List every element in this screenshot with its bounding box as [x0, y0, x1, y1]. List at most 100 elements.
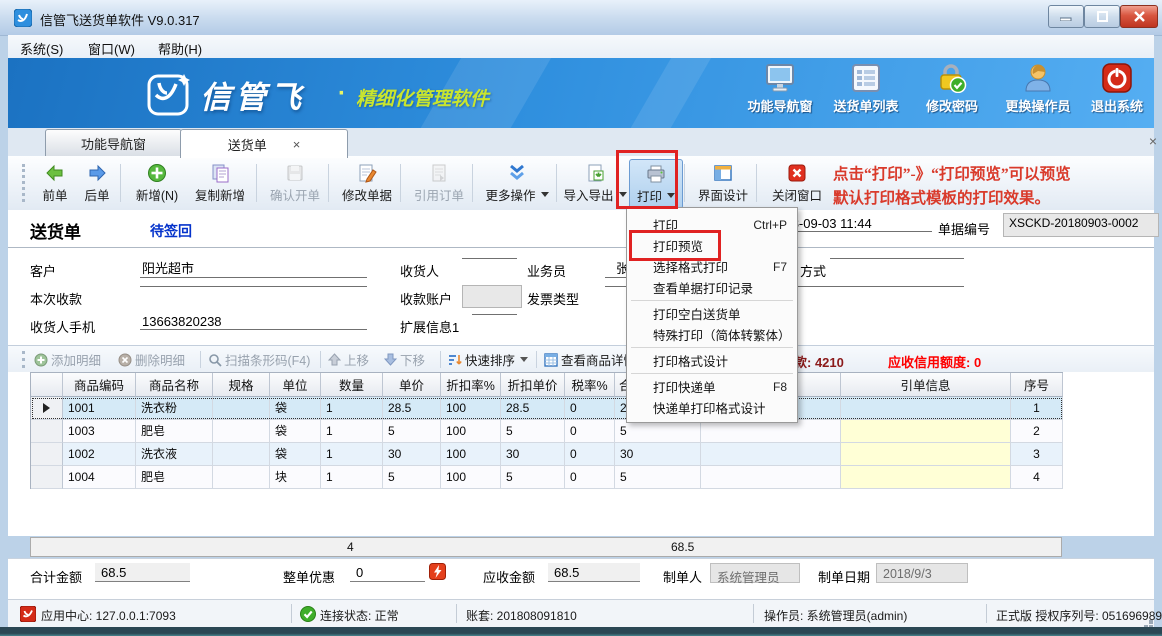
tabstrip-close-icon[interactable]: ×: [1144, 132, 1162, 150]
copy-new-button[interactable]: 复制新增: [186, 159, 254, 207]
app-center-icon: [20, 606, 36, 622]
docno-value[interactable]: XSCKD-20180903-0002: [1003, 213, 1159, 237]
brand-slogan: 精细化管理软件: [356, 84, 489, 111]
summary-strip: 4 68.5: [30, 537, 1062, 557]
tab-close-icon[interactable]: ×: [293, 137, 301, 152]
add-new-button[interactable]: 新增(N): [126, 159, 188, 207]
total-amount-value[interactable]: 68.5: [95, 563, 190, 582]
view-product-detail-button[interactable]: 查看商品详情: [544, 350, 636, 369]
toolbar-separator: [256, 164, 257, 202]
add-detail-button[interactable]: 添加明细: [34, 350, 101, 369]
power-icon: [1102, 63, 1132, 93]
gridbar-separator: [440, 351, 441, 368]
items-table: 商品编码 商品名称 规格 单位 数量 单价 折扣率% 折扣单价 税率% 合计金额…: [30, 372, 1063, 489]
account-field[interactable]: [462, 285, 522, 308]
delete-detail-button[interactable]: 删除明细: [118, 350, 185, 369]
current-row-indicator: [43, 403, 50, 413]
save-icon: [285, 163, 305, 183]
restore-button[interactable]: [1084, 5, 1120, 28]
grid-panel: 商品编码 商品名称 规格 单位 数量 单价 折扣率% 折扣单价 税率% 合计金额…: [8, 372, 1154, 536]
table-row[interactable]: 1001 洗衣粉 袋 1 28.5 100 28.5 0 28.5 1: [31, 397, 1063, 420]
menu-separator: [631, 373, 793, 374]
minimize-button[interactable]: [1048, 5, 1084, 28]
doc-status-badge: 待签回: [150, 221, 192, 241]
receiver-field[interactable]: [462, 258, 517, 259]
total-amount-label: 合计金额: [30, 567, 82, 586]
ext-field[interactable]: [472, 314, 517, 315]
nav-change-password[interactable]: 修改密码: [909, 63, 995, 125]
maker-value: 系统管理员: [710, 563, 800, 583]
double-chevron-icon: [507, 163, 527, 183]
menu-item-express-format-design[interactable]: 快递单打印格式设计: [627, 397, 797, 418]
ui-design-button[interactable]: 界面设计: [690, 159, 756, 207]
quick-sort-button[interactable]: 快速排序: [448, 350, 528, 369]
ref-order-button[interactable]: 引用订单: [406, 159, 472, 207]
discount-icon[interactable]: [429, 563, 446, 580]
title-bar: 信管飞送货单软件 V9.0.317: [0, 0, 1162, 36]
summary-amount: 68.5: [671, 540, 694, 554]
modify-doc-button[interactable]: 修改单据: [334, 159, 400, 207]
table-row[interactable]: 1003 肥皂 袋 1 5 100 5 0 5 2: [31, 420, 1063, 443]
menu-item-print-express[interactable]: 打印快递单 F8: [627, 376, 797, 397]
method-label: 方式: [800, 261, 826, 280]
down-arrow-icon: [384, 353, 397, 366]
customer-field[interactable]: 阳光超市: [140, 258, 367, 278]
toolbar-separator: [120, 164, 121, 202]
receivable-value[interactable]: 68.5: [548, 563, 640, 582]
customer-label: 客户: [30, 261, 56, 280]
status-separator: [291, 604, 292, 623]
annotation-text: 点击“打印”-》“打印预览”可以预览 默认打印格式模板的打印效果。: [833, 163, 1160, 211]
close-button[interactable]: [1120, 5, 1158, 28]
window-title: 信管飞送货单软件 V9.0.317: [40, 10, 200, 29]
phone-field[interactable]: 13663820238: [140, 314, 367, 330]
phone-label: 收货人手机: [30, 317, 95, 336]
prev-doc-button[interactable]: 前单: [32, 159, 78, 207]
resize-grip[interactable]: [1138, 614, 1148, 624]
menu-system[interactable]: 系统(S): [14, 38, 69, 59]
next-doc-button[interactable]: 后单: [74, 159, 120, 207]
scan-barcode-button[interactable]: 扫描条形码(F4): [208, 350, 310, 369]
menu-help[interactable]: 帮助(H): [152, 38, 208, 59]
tab-function-navigator[interactable]: 功能导航窗: [45, 129, 182, 156]
app-icon: [14, 9, 32, 27]
up-arrow-icon: [328, 353, 341, 366]
table-header-row: 商品编码 商品名称 规格 单位 数量 单价 折扣率% 折扣单价 税率% 合计金额…: [31, 373, 1063, 397]
move-down-button[interactable]: 下移: [384, 350, 425, 369]
toolbar-separator: [472, 164, 473, 202]
annotation-line2: 默认打印格式模板的打印效果。: [833, 187, 1160, 211]
tab-delivery-order[interactable]: 送货单 ×: [180, 129, 348, 158]
move-up-button[interactable]: 上移: [328, 350, 369, 369]
menu-item-special-print[interactable]: 特殊打印（简体转繁体）: [627, 324, 797, 345]
import-export-icon: [585, 163, 605, 183]
nav-function-navigator[interactable]: 功能导航窗: [737, 63, 823, 125]
window-bottom-edge: [0, 627, 1162, 636]
close-window-button[interactable]: 关闭窗口: [762, 159, 832, 207]
payment-field[interactable]: [140, 286, 367, 287]
table-row[interactable]: 1002 洗衣液 袋 1 30 100 30 0 30 3: [31, 443, 1063, 466]
edit-doc-icon: [357, 163, 377, 183]
confirm-order-button[interactable]: 确认开单: [262, 159, 328, 207]
nav-switch-operator[interactable]: 更换操作员: [995, 63, 1081, 125]
nav-delivery-list[interactable]: 送货单列表: [823, 63, 909, 125]
more-actions-button[interactable]: 更多操作: [478, 159, 556, 207]
due-amount-text: 款: 4210: [794, 352, 844, 371]
delete-detail-icon: [118, 353, 132, 367]
method-field[interactable]: [830, 258, 964, 259]
arrow-left-icon: [45, 163, 65, 183]
summary-qty: 4: [347, 540, 354, 554]
toolbar-separator: [756, 164, 757, 202]
brand-logo-icon: [146, 70, 194, 116]
layout-icon: [713, 163, 733, 183]
table-row[interactable]: 1004 肥皂 块 1 5 100 5 0 5 4: [31, 466, 1063, 489]
payment-label: 本次收款: [30, 289, 82, 308]
gridbar-separator: [536, 351, 537, 368]
copy-icon: [210, 163, 230, 183]
order-discount-field[interactable]: 0: [350, 563, 425, 582]
nav-exit-system[interactable]: 退出系统: [1074, 63, 1154, 125]
menu-item-print-blank[interactable]: 打印空白送货单: [627, 303, 797, 324]
menu-window[interactable]: 窗口(W): [82, 38, 141, 59]
grid-detail-icon: [544, 353, 558, 367]
menu-item-view-print-log[interactable]: 查看单据打印记录: [627, 277, 797, 298]
banner: 信管飞 · 精细化管理软件 功能导航窗 送货单列表 修改密码: [8, 58, 1154, 128]
menu-item-print-format-design[interactable]: 打印格式设计: [627, 350, 797, 371]
